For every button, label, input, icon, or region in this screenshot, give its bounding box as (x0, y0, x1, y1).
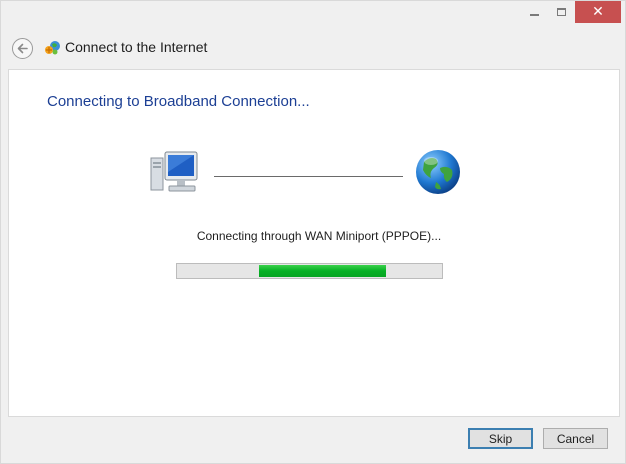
content-pane: Connecting to Broadband Connection... Co… (8, 69, 620, 417)
connection-progress-bar (176, 263, 443, 279)
skip-button[interactable]: Skip (468, 428, 533, 449)
wizard-footer: Skip Cancel (1, 417, 626, 464)
page-heading: Connecting to Broadband Connection... (47, 93, 310, 110)
connect-wizard-window: ✕ Connect to the Internet Connecting to … (0, 0, 626, 464)
close-button[interactable]: ✕ (575, 1, 621, 23)
progress-fill (259, 265, 386, 277)
status-message: Connecting through WAN Miniport (PPPOE).… (196, 229, 442, 243)
minimize-icon (530, 14, 539, 16)
computer-icon (150, 151, 198, 192)
caption-buttons: ✕ (521, 1, 621, 23)
minimize-button[interactable] (521, 1, 548, 23)
globe-icon (416, 150, 460, 194)
maximize-button[interactable] (548, 1, 575, 23)
close-icon: ✕ (592, 4, 604, 20)
maximize-icon (557, 8, 566, 16)
network-wizard-icon (45, 41, 60, 55)
window-title: Connect to the Internet (65, 39, 208, 55)
wizard-header: Connect to the Internet (1, 29, 626, 69)
back-button[interactable] (12, 38, 33, 59)
connection-line (214, 176, 403, 177)
back-arrow-icon (17, 43, 28, 54)
cancel-button[interactable]: Cancel (543, 428, 608, 449)
